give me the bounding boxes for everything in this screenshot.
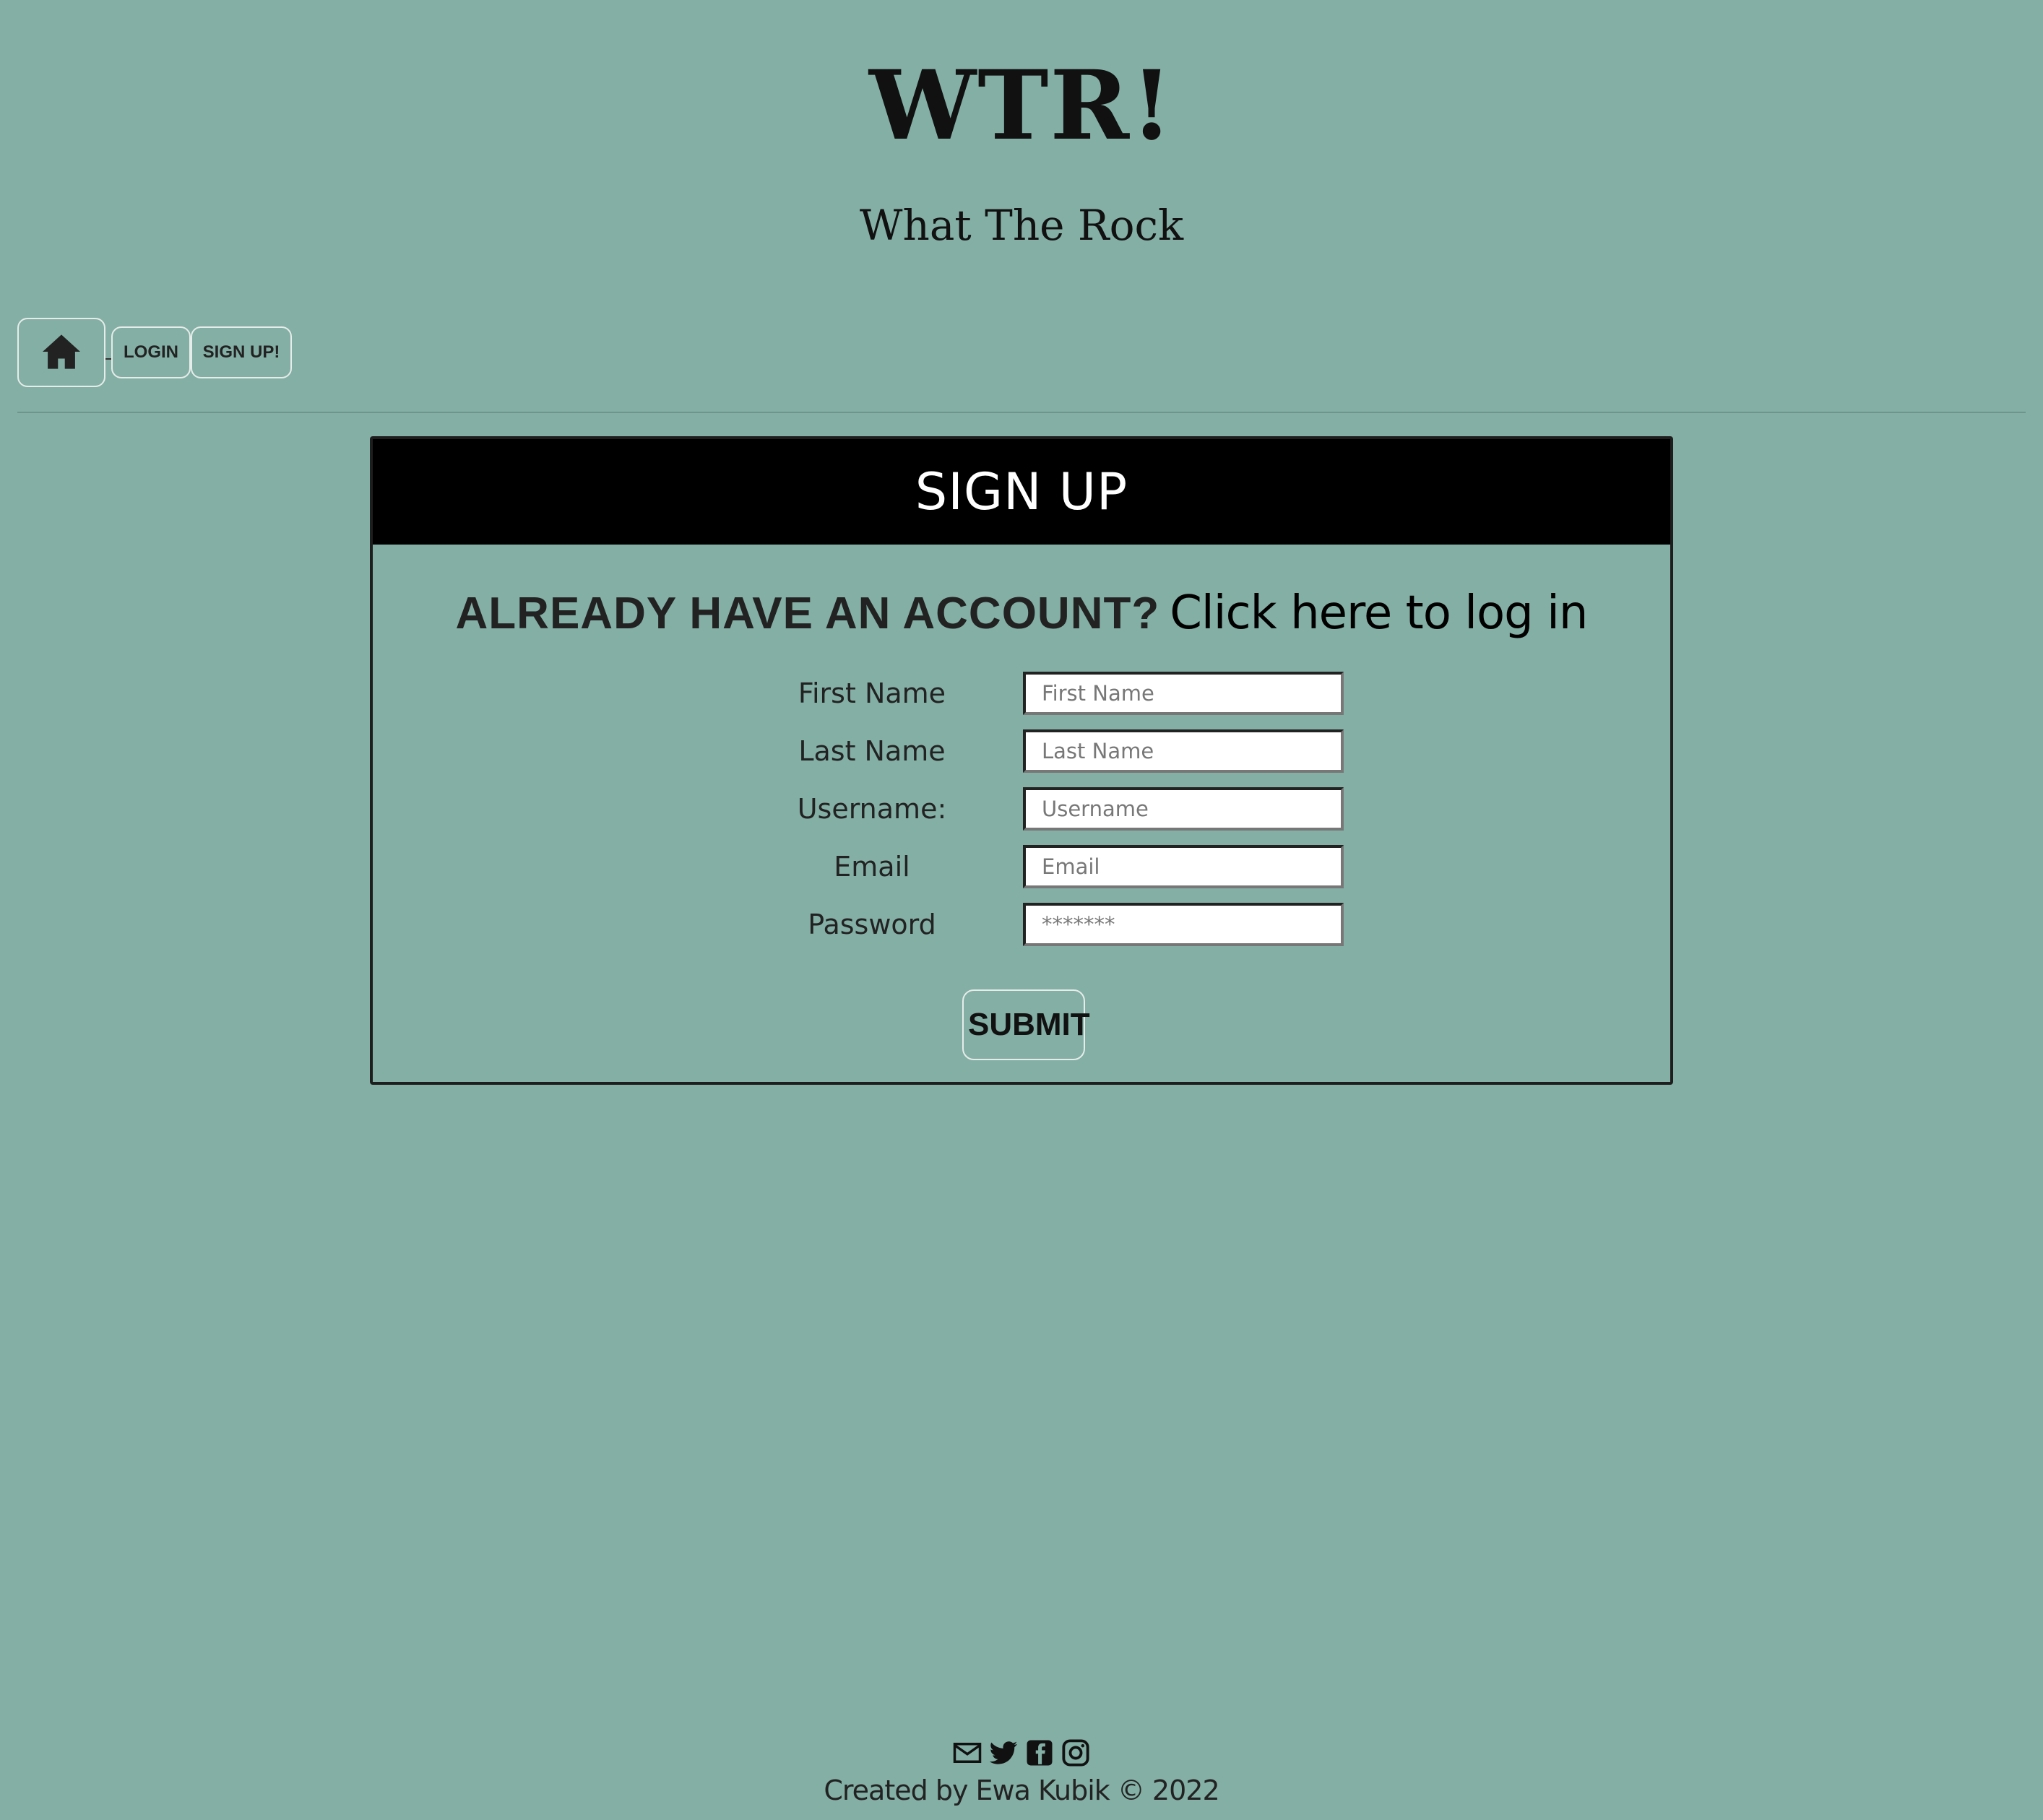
last-name-label: Last Name: [798, 735, 946, 767]
email-icon[interactable]: [952, 1738, 982, 1768]
signup-card: SIGN UP ALREADY HAVE AN ACCOUNT? Click he…: [370, 436, 1673, 1085]
submit-button[interactable]: SUBMIT: [962, 989, 1090, 1060]
password-row: Password: [373, 903, 1670, 946]
twitter-icon[interactable]: [988, 1738, 1019, 1768]
home-icon: [40, 333, 82, 373]
email-row: Email: [373, 845, 1670, 888]
login-button[interactable]: LOGIN: [111, 326, 191, 378]
header-divider: [17, 412, 2026, 413]
site-title: WTR!: [868, 50, 1175, 162]
password-label: Password: [808, 909, 936, 940]
footer-credit: Created by Ewa Kubik © 2022: [824, 1774, 1219, 1806]
first-name-row: First Name: [373, 672, 1670, 715]
first-name-label: First Name: [798, 677, 946, 709]
main-nav: LOGIN SIGN UP!: [17, 318, 292, 387]
email-label: Email: [834, 851, 910, 883]
social-links: [0, 1738, 2043, 1768]
home-button[interactable]: [17, 318, 105, 387]
last-name-row: Last Name: [373, 729, 1670, 773]
login-link[interactable]: Click here to log in: [1170, 586, 1588, 640]
username-label: Username:: [797, 793, 947, 825]
username-input[interactable]: [1023, 787, 1344, 831]
instagram-icon[interactable]: [1061, 1738, 1091, 1768]
first-name-input[interactable]: [1023, 672, 1344, 715]
already-account-question: ALREADY HAVE AN ACCOUNT?: [455, 589, 1160, 638]
facebook-icon[interactable]: [1024, 1738, 1055, 1768]
site-subtitle: What The Rock: [859, 201, 1184, 250]
card-title: SIGN UP: [373, 439, 1670, 545]
password-input[interactable]: [1023, 903, 1344, 946]
last-name-input[interactable]: [1023, 729, 1344, 773]
signup-nav-button[interactable]: SIGN UP!: [191, 326, 292, 378]
username-row: Username:: [373, 787, 1670, 831]
nav-separator: [105, 358, 111, 360]
email-input[interactable]: [1023, 845, 1344, 888]
already-account-line: ALREADY HAVE AN ACCOUNT? Click here to lo…: [373, 586, 1670, 640]
